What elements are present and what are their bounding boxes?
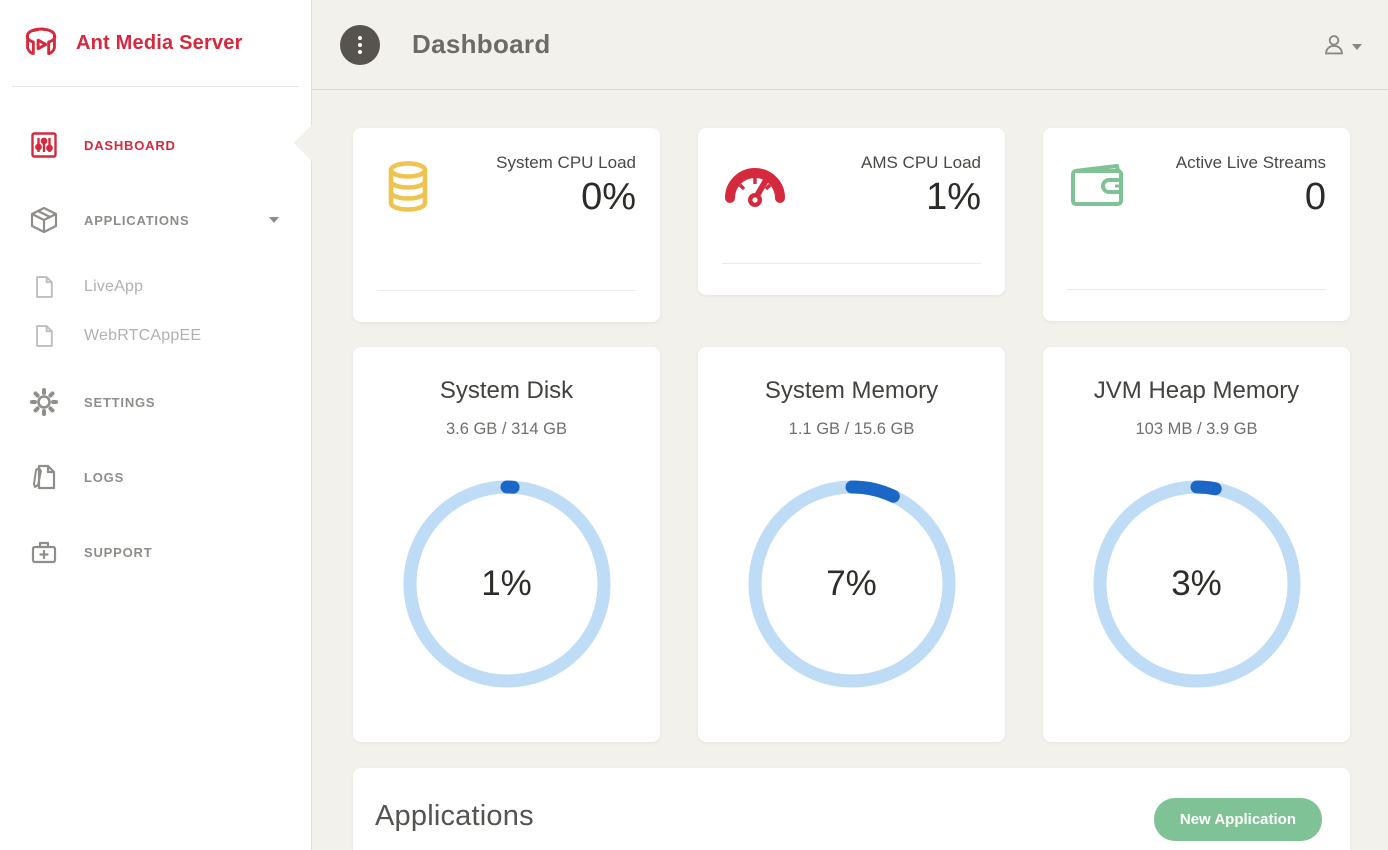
support-icon: [28, 536, 60, 568]
donut-percent-label: 7%: [747, 479, 957, 689]
gauge-card-system-disk: System Disk 3.6 GB / 314 GB 1%: [353, 347, 660, 742]
sidebar-item-label: SETTINGS: [84, 395, 155, 410]
page-title: Dashboard: [412, 29, 551, 60]
stat-card-system-cpu: System CPU Load 0%: [353, 128, 660, 322]
wallet-icon: [1067, 150, 1151, 212]
donut-chart: 1%: [402, 479, 612, 689]
gauge-cards-row: System Disk 3.6 GB / 314 GB 1% System Me…: [353, 322, 1350, 742]
donut-chart: 3%: [1092, 479, 1302, 689]
brand-name: Ant Media Server: [76, 32, 243, 55]
gauge-card-subtitle: 103 MB / 3.9 GB: [1043, 420, 1350, 439]
applications-panel: Applications New Application: [353, 768, 1350, 850]
sidebar-item-label: SUPPORT: [84, 545, 152, 560]
sidebar-item-liveapp[interactable]: LiveApp: [0, 263, 311, 311]
sidebar-item-dashboard[interactable]: DASHBOARD: [0, 113, 311, 177]
gauge-card-subtitle: 3.6 GB / 314 GB: [353, 420, 660, 439]
sidebar-divider: [12, 86, 299, 87]
user-icon: [1320, 31, 1348, 59]
gauge-icon: [722, 150, 806, 212]
stat-card-active-streams: Active Live Streams 0: [1043, 128, 1350, 321]
gauge-card-title: System Disk: [353, 377, 660, 405]
logs-icon: [28, 461, 60, 493]
database-icon: [377, 150, 461, 216]
applications-title: Applications: [375, 800, 534, 833]
new-application-button[interactable]: New Application: [1154, 798, 1322, 841]
stat-card-title: Active Live Streams: [1151, 150, 1326, 176]
file-icon: [28, 320, 60, 352]
gear-icon: [28, 386, 60, 418]
sidebar-item-label: LiveApp: [84, 278, 143, 296]
donut-percent-label: 3%: [1092, 479, 1302, 689]
chevron-down-icon[interactable]: [269, 217, 279, 223]
ant-media-logo-icon: [18, 20, 64, 66]
donut-percent-label: 1%: [402, 479, 612, 689]
sidebar: Ant Media Server DASHBOARD AP: [0, 0, 312, 850]
sidebar-item-support[interactable]: SUPPORT: [0, 520, 311, 584]
stat-card-title: AMS CPU Load: [806, 150, 981, 176]
sidebar-item-webrtcappee[interactable]: WebRTCAppEE: [0, 312, 311, 360]
file-icon: [28, 271, 60, 303]
brand[interactable]: Ant Media Server: [0, 0, 311, 86]
sliders-icon: [28, 129, 60, 161]
stat-card-ams-cpu: AMS CPU Load 1%: [698, 128, 1005, 295]
gauge-card-subtitle: 1.1 GB / 15.6 GB: [698, 420, 1005, 439]
sidebar-item-logs[interactable]: LOGS: [0, 445, 311, 509]
header: Dashboard: [312, 0, 1388, 90]
sidebar-item-label: APPLICATIONS: [84, 213, 189, 228]
gauge-card-title: JVM Heap Memory: [1043, 377, 1350, 405]
content: System CPU Load 0%: [312, 90, 1388, 850]
sidebar-item-applications[interactable]: APPLICATIONS: [0, 188, 311, 252]
card-divider: [722, 263, 981, 264]
card-divider: [1067, 289, 1326, 290]
sidebar-item-label: LOGS: [84, 470, 124, 485]
sidebar-nav: DASHBOARD APPLICATIONS LiveApp: [0, 113, 311, 584]
stat-card-value: 0: [1151, 176, 1326, 219]
package-icon: [28, 204, 60, 236]
sidebar-item-settings[interactable]: SETTINGS: [0, 370, 311, 434]
main-area: Dashboard: [312, 0, 1388, 850]
stat-card-title: System CPU Load: [461, 150, 636, 176]
chevron-down-icon: [1352, 44, 1362, 50]
gauge-card-title: System Memory: [698, 377, 1005, 405]
user-menu[interactable]: [1320, 31, 1362, 59]
kebab-menu-icon[interactable]: [340, 25, 380, 65]
gauge-card-jvm-heap: JVM Heap Memory 103 MB / 3.9 GB 3%: [1043, 347, 1350, 742]
card-divider: [377, 290, 636, 291]
sidebar-item-label: WebRTCAppEE: [84, 327, 201, 345]
stat-card-value: 0%: [461, 176, 636, 219]
gauge-card-system-memory: System Memory 1.1 GB / 15.6 GB 7%: [698, 347, 1005, 742]
stat-cards-row: System CPU Load 0%: [353, 128, 1350, 322]
stat-card-value: 1%: [806, 176, 981, 219]
sidebar-item-label: DASHBOARD: [84, 138, 176, 153]
donut-chart: 7%: [747, 479, 957, 689]
